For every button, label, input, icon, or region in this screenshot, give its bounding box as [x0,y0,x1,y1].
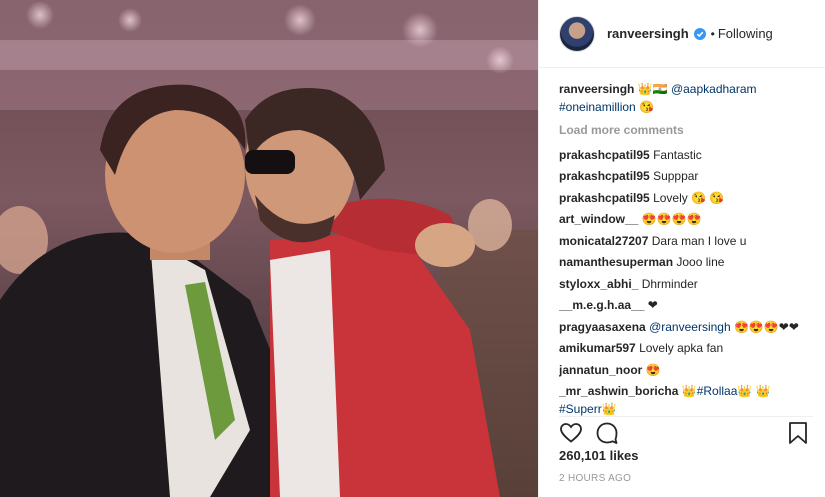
post-photo[interactable] [0,0,538,497]
header-username[interactable]: ranveersingh [607,26,689,41]
comment-row: art_window__ 😍😍😍😍 [559,209,819,231]
comment-hashtag[interactable]: #Superr [559,402,602,416]
comment-username[interactable]: art_window__ [559,212,638,226]
following-button[interactable]: Following [718,26,773,41]
comment-row: prakashcpatil95 Fantastic [559,145,819,167]
caption-emoji: 👑🇮🇳 [637,82,668,96]
comment-username[interactable]: _mr_ashwin_boricha [559,384,678,398]
comment-username[interactable]: prakashcpatil95 [559,169,650,183]
comment-row: prakashcpatil95 Lovely 😘 😘 [559,188,819,210]
caption-mention[interactable]: @aapkadharam [671,82,757,96]
comment-username[interactable]: amikumar597 [559,341,636,355]
post-timestamp: 2 HOURS AGO [559,473,632,484]
comment-mention[interactable]: @ranveersingh [649,320,731,334]
header-separator: • [710,26,715,41]
bookmark-icon[interactable] [787,421,809,445]
comment-row: monicatal27207 Dara man I love u [559,231,819,253]
comment-username[interactable]: prakashcpatil95 [559,191,650,205]
comment-row: prakashcpatil95 Supppar [559,166,819,188]
comment-text: 👑 [601,401,617,416]
verified-badge-icon [693,27,706,40]
comment-text: 😍😍😍❤❤ [733,319,799,334]
caption-hashtag[interactable]: #oneinamillion [559,100,636,114]
avatar[interactable] [559,15,595,52]
post-sidebar: ranveersingh • Following ranveersingh 👑🇮… [538,0,825,497]
comment-text: Supppar [653,169,699,183]
comment-text: Dhrminder [641,276,698,291]
caption-hashtag-emoji: 😘 [639,99,655,114]
comment-username[interactable]: prakashcpatil95 [559,148,650,162]
comments-list: ranveersingh 👑🇮🇳 @aapkadharam #oneinamil… [559,79,819,420]
comment-hashtag[interactable]: #Rollaa [697,384,738,398]
photo-illustration [0,0,538,497]
comment-row: namanthesuperman Jooo line [559,252,819,274]
comment-text: Lovely 😘 😘 [653,190,725,205]
load-more-comments-button[interactable]: Load more comments [559,120,819,142]
instagram-post: ranveersingh • Following ranveersingh 👑🇮… [0,0,825,497]
comment-username[interactable]: jannatun_noor [559,363,642,377]
comment-text: Fantastic [653,147,702,162]
post-header: ranveersingh • Following [539,0,825,68]
comment-icon[interactable] [595,421,619,445]
comment-username[interactable]: __m.e.g.h.aa__ [559,298,644,312]
heart-icon[interactable] [559,421,583,445]
action-bar [559,416,813,447]
comment-username[interactable]: pragyaasaxena [559,320,646,334]
comment-text: ❤ [647,298,658,312]
comment-text: 👑 👑 [737,384,771,398]
likes-count[interactable]: 260,101 likes [559,448,639,463]
comment-username[interactable]: styloxx_abhi_ [559,277,638,291]
comment-text: Lovely apka fan [639,341,724,355]
comment-text: 😍😍😍😍 [641,212,702,226]
caption-username[interactable]: ranveersingh [559,82,634,96]
comment-row: amikumar597 Lovely apka fan [559,338,819,360]
comment-text: 😍 [645,362,661,377]
comment-text: 👑 [681,384,697,398]
comment-username[interactable]: monicatal27207 [559,234,648,248]
comment-row: jannatun_noor 😍 [559,360,819,382]
comment-row: pragyaasaxena @ranveersingh 😍😍😍❤❤ [559,317,819,339]
comment-row: __m.e.g.h.aa__ ❤ [559,295,819,317]
comment-text: Dara man I love u [651,233,747,248]
comment-row: styloxx_abhi_ Dhrminder [559,274,819,296]
comment-text: Jooo line [676,255,725,269]
comment-username[interactable]: namanthesuperman [559,255,673,269]
